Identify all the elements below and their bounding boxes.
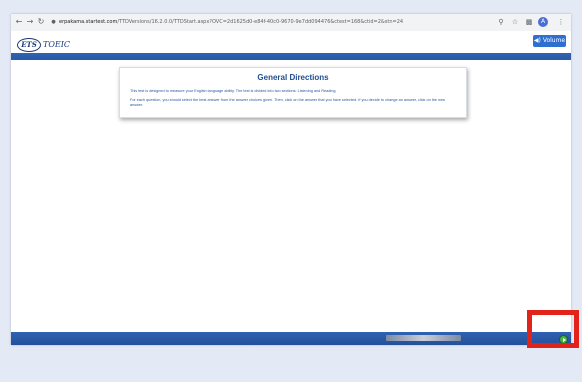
directions-title: General Directions: [257, 73, 329, 82]
url-path: /TTDVersions/16.2.0.0/TTDStart.aspx?OVC=…: [117, 19, 404, 25]
directions-paragraph-1: This test is designed to measure your En…: [130, 89, 337, 93]
footer-bar: [11, 332, 571, 345]
forward-arrow-icon[interactable]: →: [25, 17, 35, 27]
menu-dots-icon[interactable]: ⋮: [556, 17, 566, 27]
reload-icon[interactable]: ↻: [36, 17, 46, 27]
browser-toolbar: ← → ↻ ● erpakama.startest.com/TTDVersions…: [11, 14, 571, 32]
extensions-icon[interactable]: ▩: [524, 17, 534, 27]
ets-logo-mark: ETS: [17, 37, 41, 52]
browser-window: ← → ↻ ● erpakama.startest.com/TTDVersions…: [11, 14, 571, 345]
toeic-wordmark: TOEIC: [43, 40, 71, 49]
footer-progress-widget: [386, 335, 461, 341]
header-band: [11, 53, 571, 60]
star-icon[interactable]: ☆: [510, 17, 520, 27]
speaker-icon: ◀): [533, 37, 541, 44]
test-content-area: General Directions This test is designed…: [11, 60, 571, 332]
directions-card: General Directions This test is designed…: [119, 67, 467, 118]
directions-paragraph-2: For each question, you should select the…: [130, 98, 446, 107]
volume-label: Volume: [542, 37, 566, 44]
zoom-icon[interactable]: ⚲: [496, 17, 506, 27]
app-header: ETS TOEIC ◀) Volume: [11, 31, 571, 53]
back-arrow-icon[interactable]: ←: [14, 17, 24, 27]
toeic-logo: ETS TOEIC: [17, 34, 71, 52]
address-bar[interactable]: ● erpakama.startest.com/TTDVersions/16.2.…: [51, 17, 491, 28]
url-host: erpakama.startest.com: [59, 19, 118, 25]
volume-button[interactable]: ◀) Volume: [533, 35, 566, 47]
profile-avatar[interactable]: A: [538, 17, 548, 27]
next-button-highlight: [527, 310, 579, 348]
lock-icon: ●: [51, 19, 56, 25]
